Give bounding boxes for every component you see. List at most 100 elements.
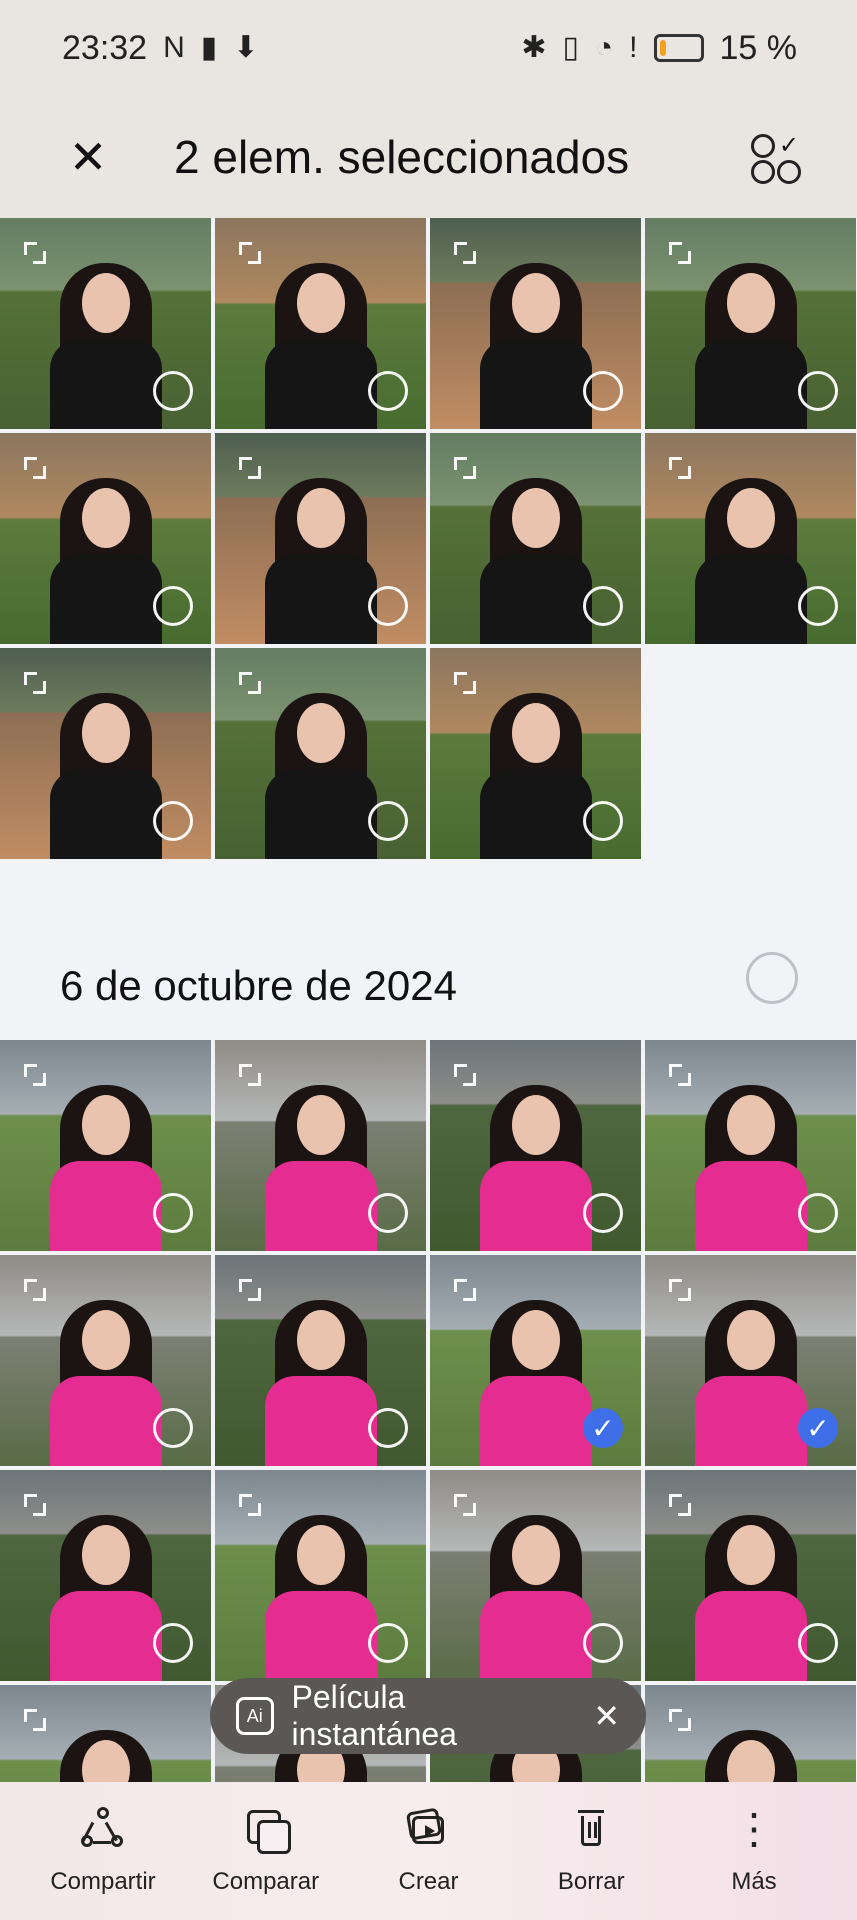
alert-icon: !	[629, 31, 638, 64]
selection-circle[interactable]	[368, 1408, 408, 1448]
photo-thumbnail[interactable]	[215, 648, 426, 859]
photo-thumbnail[interactable]	[0, 433, 211, 644]
selection-circle[interactable]	[153, 1193, 193, 1233]
selection-circle[interactable]	[153, 1623, 193, 1663]
photo-thumbnail[interactable]	[430, 218, 641, 429]
photo-thumbnail[interactable]: ✓	[645, 1255, 856, 1466]
delete-button[interactable]: Borrar	[516, 1802, 666, 1896]
outfit-shape	[479, 1376, 592, 1466]
face-shape	[296, 1095, 345, 1155]
selection-circle[interactable]	[368, 1623, 408, 1663]
instant-film-toast[interactable]: Ai Película instantánea ✕	[210, 1678, 646, 1754]
photo-thumbnail[interactable]	[215, 1040, 426, 1251]
select-day-circle[interactable]	[746, 952, 798, 1004]
toast-label: Película instantánea	[291, 1679, 457, 1752]
photo-thumbnail[interactable]	[645, 1470, 856, 1681]
selected-check-icon[interactable]: ✓	[798, 1408, 838, 1448]
selection-circle[interactable]	[153, 801, 193, 841]
wifi-icon: ◔	[595, 31, 614, 64]
selection-circle[interactable]	[798, 1623, 838, 1663]
face-shape	[81, 488, 130, 548]
photo-thumbnail[interactable]	[430, 433, 641, 644]
selection-circle[interactable]	[583, 371, 623, 411]
share-button[interactable]: Compartir	[28, 1802, 178, 1896]
photo-thumbnail[interactable]	[0, 1040, 211, 1251]
outfit-shape	[49, 339, 162, 429]
selection-circle[interactable]	[798, 371, 838, 411]
compare-button[interactable]: Comparar	[191, 1802, 341, 1896]
selection-circle[interactable]	[583, 586, 623, 626]
selected-check-icon[interactable]: ✓	[583, 1408, 623, 1448]
selection-circle[interactable]	[368, 371, 408, 411]
selection-circle[interactable]	[153, 371, 193, 411]
face-shape	[81, 703, 130, 763]
motion-photo-icon	[454, 1279, 476, 1301]
photo-thumbnail[interactable]	[645, 218, 856, 429]
close-icon[interactable]: ✕	[593, 1697, 620, 1735]
selection-title: 2 elem. seleccionados	[174, 131, 630, 183]
selection-circle[interactable]	[798, 586, 838, 626]
face-shape	[296, 273, 345, 333]
face-shape	[726, 1525, 775, 1585]
photo-thumbnail[interactable]	[430, 1470, 641, 1681]
outfit-shape	[264, 1161, 377, 1251]
person-figure	[264, 247, 377, 429]
selection-circle[interactable]	[583, 1623, 623, 1663]
selection-circle[interactable]	[368, 801, 408, 841]
photo-thumbnail[interactable]: ✓	[430, 1255, 641, 1466]
date-section: 6 de octubre de 2024	[0, 940, 857, 1036]
motion-photo-icon	[454, 1064, 476, 1086]
selection-circle[interactable]	[368, 586, 408, 626]
motion-photo-icon	[239, 1279, 261, 1301]
select-all-icon[interactable]: ✓	[747, 130, 801, 184]
person-figure	[694, 1499, 807, 1681]
photo-thumbnail[interactable]	[215, 1255, 426, 1466]
face-shape	[296, 488, 345, 548]
share-label: Compartir	[50, 1868, 156, 1895]
motion-photo-icon	[669, 1064, 691, 1086]
status-bar: 23:32 N ▮ ⬇ ✱ ▯ ◔ ! 15 %	[0, 0, 857, 96]
close-icon[interactable]: ✕	[66, 134, 110, 180]
outfit-shape	[479, 769, 592, 859]
photo-thumbnail[interactable]	[430, 648, 641, 859]
photo-thumbnail[interactable]	[645, 1040, 856, 1251]
person-figure	[49, 247, 162, 429]
motion-photo-icon	[669, 242, 691, 264]
photo-thumbnail[interactable]	[0, 218, 211, 429]
person-figure	[479, 1069, 592, 1251]
ai-icon: Ai	[236, 1697, 274, 1735]
photo-thumbnail[interactable]	[0, 1255, 211, 1466]
outfit-shape	[49, 554, 162, 644]
photo-thumbnail[interactable]	[215, 1470, 426, 1681]
photo-thumbnail[interactable]	[215, 218, 426, 429]
create-button[interactable]: Crear	[354, 1802, 504, 1896]
selection-circle[interactable]	[583, 1193, 623, 1233]
motion-photo-icon	[239, 1064, 261, 1086]
photo-thumbnail[interactable]	[215, 433, 426, 644]
motion-photo-icon	[669, 457, 691, 479]
face-shape	[296, 703, 345, 763]
selection-circle[interactable]	[153, 1408, 193, 1448]
photo-grid-lower: ✓ ✓	[0, 1040, 856, 1896]
motion-photo-icon	[24, 1279, 46, 1301]
person-figure	[264, 1499, 377, 1681]
selection-circle[interactable]	[583, 801, 623, 841]
empty-grid-cell	[645, 648, 856, 859]
photo-thumbnail[interactable]	[0, 648, 211, 859]
more-button[interactable]: ⋮ Más	[679, 1802, 829, 1896]
face-shape	[511, 1095, 560, 1155]
face-shape	[726, 1095, 775, 1155]
outfit-shape	[264, 1376, 377, 1466]
person-figure	[264, 677, 377, 859]
outfit-shape	[694, 339, 807, 429]
selection-circle[interactable]	[798, 1193, 838, 1233]
select-all-ring	[751, 160, 775, 184]
motion-photo-icon	[669, 1494, 691, 1516]
face-shape	[511, 703, 560, 763]
selection-circle[interactable]	[368, 1193, 408, 1233]
photo-thumbnail[interactable]	[645, 433, 856, 644]
motion-photo-icon	[239, 457, 261, 479]
selection-circle[interactable]	[153, 586, 193, 626]
photo-thumbnail[interactable]	[430, 1040, 641, 1251]
photo-thumbnail[interactable]	[0, 1470, 211, 1681]
